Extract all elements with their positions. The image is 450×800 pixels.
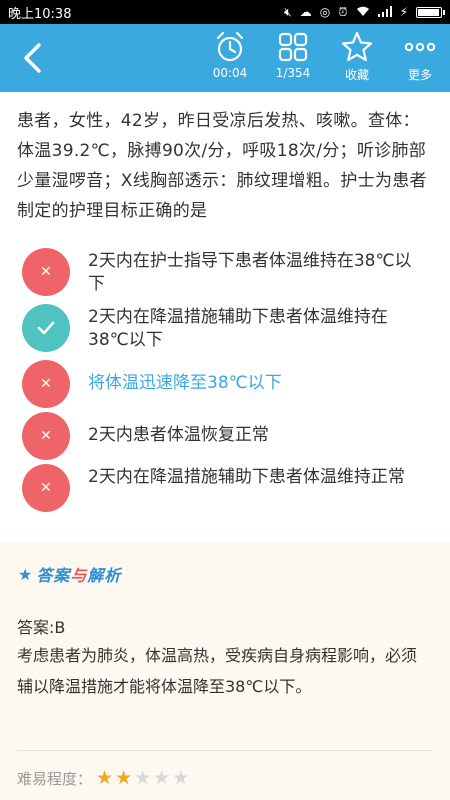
divider [17,750,433,751]
answer-title-part3: 解析 [87,566,122,585]
timer-label: 00:04 [212,66,248,80]
progress-button[interactable]: 1/354 [261,30,325,88]
favorite-label: 收藏 [344,68,369,82]
charging-icon: ⚡︎ [399,5,408,19]
difficulty-row: 难易程度： ★ ★ ★ ★ ★ [17,768,189,789]
difficulty-stars: ★ ★ ★ ★ ★ [96,769,189,788]
back-button[interactable] [14,40,50,76]
option-a[interactable]: ✕ 2天内在护士指导下患者体温维持在38℃以下 [0,248,450,304]
close-icon: ✕ [40,264,52,280]
check-icon [37,321,55,335]
difficulty-star-icon: ★ [115,767,133,789]
options-list: ✕ 2天内在护士指导下患者体温维持在38℃以下 2天内在降温措施辅助下患者体温维… [0,248,450,520]
option-c-status: ✕ [22,360,70,408]
close-icon: ✕ [40,376,52,392]
signal-icon [377,5,392,19]
mute-icon: 🔇︎ [284,5,292,19]
top-toolbar: 00:04 1/354 收藏 更多 [0,24,450,92]
explanation-text: 考虑患者为肺炎，体温高热，受疾病自身病程影响，必须辅以降温措施才能将体温降至38… [17,646,418,696]
more-label: 更多 [407,68,432,82]
close-icon: ✕ [40,428,52,444]
more-button[interactable]: 更多 [388,30,450,88]
answer-title-part2: 与 [70,566,88,585]
option-b[interactable]: 2天内在降温措施辅助下患者体温维持在38℃以下 [0,304,450,360]
answer-title: 答案与解析 [36,562,121,586]
chevron-left-icon [24,43,41,73]
option-d-text: 2天内患者体温恢复正常 [88,425,269,445]
grid-icon [278,32,308,62]
favorite-button[interactable]: 收藏 [325,30,389,88]
progress-label: 1/354 [275,66,311,80]
option-c[interactable]: ✕ 将体温迅速降至38℃以下 [0,360,450,412]
option-b-status [22,304,70,352]
option-b-text: 2天内在降温措施辅助下患者体温维持在38℃以下 [88,307,388,350]
difficulty-star-icon: ★ [172,767,190,789]
option-d-status: ✕ [22,412,70,460]
star-icon: ★ [18,564,33,584]
answer-title-part1: 答案 [36,566,71,585]
option-a-text: 2天内在护士指导下患者体温维持在38℃以下 [88,251,412,294]
option-e-status: ✕ [22,464,70,512]
difficulty-star-icon: ★ [134,767,152,789]
answer-panel: ★ 答案与解析 答案:B 考虑患者为肺炎，体温高热，受疾病自身病程影响，必须辅以… [0,542,450,800]
status-icons: 🔇︎ ☁︎ ◎ ⏰︎ ⚡︎ [284,5,445,19]
option-e[interactable]: ✕ 2天内在降温措施辅助下患者体温维持正常 [0,464,450,520]
alarm-icon: ⏰︎ [338,5,348,19]
option-c-text: 将体温迅速降至38℃以下 [88,373,282,393]
alarm-clock-icon [216,31,244,62]
headset-icon: ◎ [319,5,331,19]
difficulty-star-icon: ★ [153,767,171,789]
option-d[interactable]: ✕ 2天内患者体温恢复正常 [0,412,450,464]
answer-header: ★ 答案与解析 [18,562,121,586]
wifi-icon [356,6,370,19]
timer-button[interactable]: 00:04 [198,30,262,88]
question-area: 患者，女性，42岁，昨日受凉后发热、咳嗽。查体：体温39.2℃，脉搏90次/分，… [0,92,450,542]
more-dots-icon [404,42,436,52]
option-a-status: ✕ [22,248,70,296]
status-bar: 晚上10:38 🔇︎ ☁︎ ◎ ⏰︎ ⚡︎ [0,0,450,24]
battery-icon [416,6,445,18]
difficulty-star-icon: ★ [96,767,114,789]
difficulty-label: 难易程度： [17,770,93,788]
status-time: 晚上10:38 [8,6,72,22]
close-icon: ✕ [40,480,52,496]
answer-line: 答案:B [17,618,66,637]
option-e-text: 2天内在降温措施辅助下患者体温维持正常 [88,467,405,487]
cloud-icon: ☁︎ [299,5,312,19]
battery-level [418,8,439,16]
star-outline-icon [341,31,373,62]
question-text: 患者，女性，42岁，昨日受凉后发热、咳嗽。查体：体温39.2℃，脉搏90次/分，… [17,111,427,221]
